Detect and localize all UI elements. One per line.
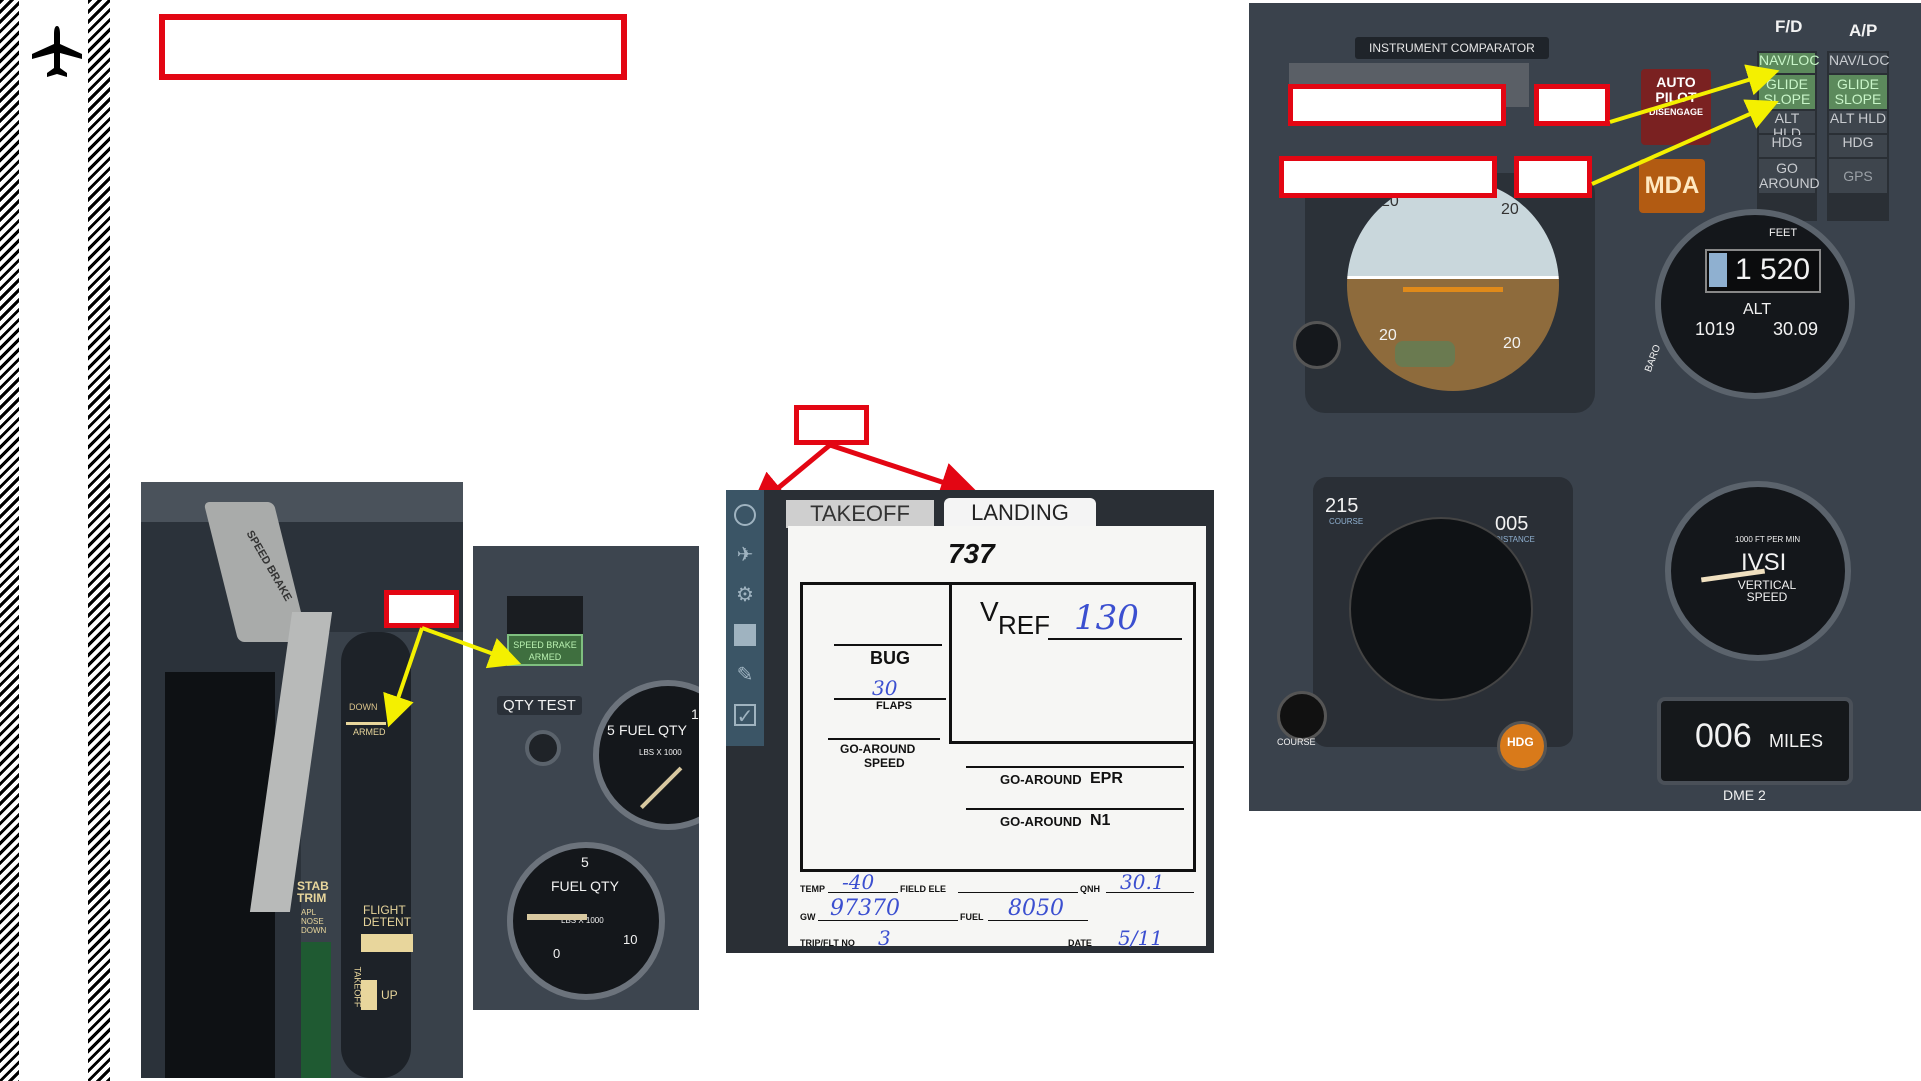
cockpit-arrows <box>1591 64 1780 186</box>
